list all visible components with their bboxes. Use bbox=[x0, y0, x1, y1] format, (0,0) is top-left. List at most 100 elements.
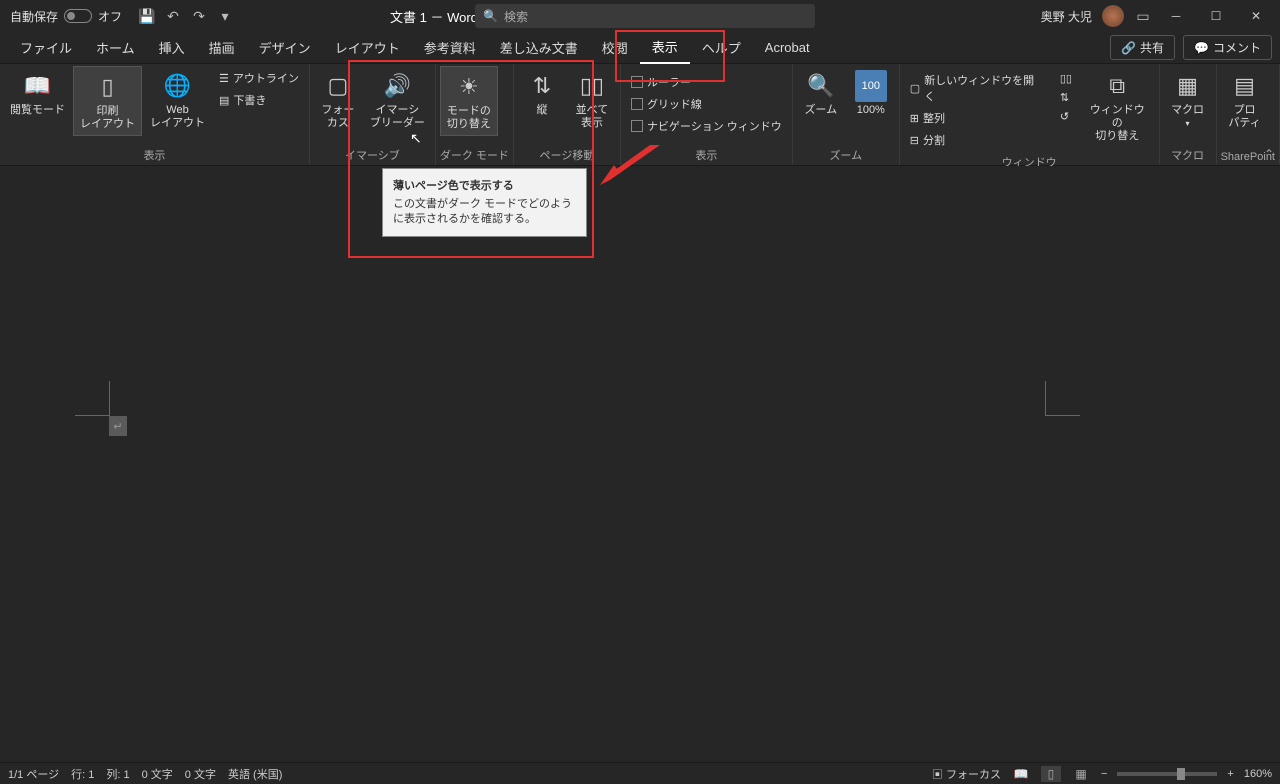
tab-review[interactable]: 校閲 bbox=[590, 32, 640, 63]
group-pagemove: ⇅縦 ▯▯並べて 表示 ページ移動 bbox=[514, 64, 621, 165]
side-view-icon: ▯▯ bbox=[1060, 72, 1072, 85]
tab-layout[interactable]: レイアウト bbox=[323, 32, 412, 63]
tab-file[interactable]: ファイル bbox=[8, 32, 84, 63]
search-icon: 🔍 bbox=[483, 9, 498, 23]
group-label: 表示 bbox=[4, 145, 305, 165]
group-darkmode: ☀モードの 切り替え ダーク モード bbox=[436, 64, 514, 165]
macro-icon: ▦ bbox=[1172, 70, 1204, 102]
switch-icon: ⧉ bbox=[1101, 70, 1133, 102]
reading-mode-button[interactable]: 📖閲覧モード bbox=[4, 66, 71, 121]
tab-mailings[interactable]: 差し込み文書 bbox=[488, 32, 590, 63]
draft-icon: ▤ bbox=[219, 94, 229, 107]
avatar[interactable] bbox=[1102, 5, 1124, 27]
macro-button[interactable]: ▦マクロ▾ bbox=[1164, 66, 1212, 132]
line-indicator[interactable]: 行: 1 bbox=[71, 766, 94, 782]
nav-pane-checkbox[interactable]: ナビゲーション ウィンドウ bbox=[627, 116, 786, 136]
page-icon: ▯ bbox=[92, 71, 124, 103]
tab-insert[interactable]: 挿入 bbox=[147, 32, 197, 63]
split-icon: ⊟ bbox=[910, 134, 919, 147]
zoom-slider[interactable] bbox=[1117, 772, 1217, 776]
tab-draw[interactable]: 描画 bbox=[197, 32, 247, 63]
comment-button[interactable]: 💬 コメント bbox=[1183, 35, 1272, 60]
tab-view[interactable]: 表示 bbox=[640, 31, 690, 64]
gridlines-checkbox[interactable]: グリッド線 bbox=[627, 94, 786, 114]
tab-help[interactable]: ヘルプ bbox=[690, 32, 753, 63]
group-zoom: 🔍ズーム 100100% ズーム bbox=[793, 64, 900, 165]
autosave-state: オフ bbox=[98, 8, 122, 25]
ribbon-display-icon[interactable]: ▭ bbox=[1134, 7, 1152, 25]
checkbox-icon bbox=[631, 120, 643, 132]
window-controls: ─ ☐ ✕ bbox=[1156, 0, 1276, 32]
print-layout-button[interactable]: ▯印刷 レイアウト bbox=[73, 66, 142, 136]
split-button[interactable]: ⊟分割 bbox=[906, 130, 1042, 150]
share-button[interactable]: 🔗 共有 bbox=[1110, 35, 1175, 60]
redo-icon[interactable]: ↷ bbox=[190, 7, 208, 25]
web-layout-button[interactable]: 🌐Web レイアウト bbox=[144, 66, 211, 134]
side-icon: ▯▯ bbox=[576, 70, 608, 102]
properties-button[interactable]: ▤プロ パティ bbox=[1221, 66, 1269, 134]
group-label: ページ移動 bbox=[518, 145, 616, 165]
col-indicator[interactable]: 列: 1 bbox=[106, 766, 129, 782]
tab-acrobat[interactable]: Acrobat bbox=[753, 34, 822, 61]
minimize-button[interactable]: ─ bbox=[1156, 0, 1196, 32]
checkbox-icon bbox=[631, 98, 643, 110]
switch-window-button[interactable]: ⧉ウィンドウの 切り替え bbox=[1080, 66, 1155, 148]
new-window-button[interactable]: ▢新しいウィンドウを開く bbox=[906, 70, 1042, 106]
tooltip: 薄いページ色で表示する この文書がダーク モードでどのように表示されるかを確認す… bbox=[382, 168, 587, 237]
autosave-toggle[interactable]: 自動保存 オフ bbox=[4, 8, 128, 25]
reset-pos-button[interactable]: ↺ bbox=[1056, 108, 1076, 125]
ruler-checkbox[interactable]: ルーラー bbox=[627, 72, 786, 92]
read-mode-view-button[interactable]: 📖 bbox=[1011, 766, 1031, 782]
maximize-button[interactable]: ☐ bbox=[1196, 0, 1236, 32]
focus-mode-button[interactable]: ▣ フォーカス bbox=[932, 766, 1001, 782]
autosave-label: 自動保存 bbox=[10, 8, 58, 25]
document-title: 文書 1 － Word bbox=[390, 7, 478, 26]
globe-icon: 🌐 bbox=[162, 70, 194, 102]
web-layout-view-button[interactable]: ▦ bbox=[1071, 766, 1091, 782]
outline-button[interactable]: ☰アウトライン bbox=[215, 68, 303, 88]
mode-toggle-button[interactable]: ☀モードの 切り替え bbox=[440, 66, 498, 136]
group-immersive: ▢フォー カス 🔊イマーシ ブリーダー イマーシブ bbox=[310, 64, 436, 165]
customize-qat-icon[interactable]: ▾ bbox=[216, 7, 234, 25]
tab-home[interactable]: ホーム bbox=[84, 32, 147, 63]
print-layout-view-button[interactable]: ▯ bbox=[1041, 766, 1061, 782]
zoom-out-button[interactable]: − bbox=[1101, 768, 1107, 780]
side-by-side-button[interactable]: ▯▯並べて 表示 bbox=[568, 66, 616, 134]
zoom-in-button[interactable]: + bbox=[1227, 768, 1233, 780]
magnifier-icon: 🔍 bbox=[805, 70, 837, 102]
sun-icon: ☀ bbox=[453, 71, 485, 103]
vertical-button[interactable]: ⇅縦 bbox=[518, 66, 566, 121]
paragraph-mark: ↵ bbox=[109, 416, 127, 436]
quick-access-toolbar: 💾 ↶ ↷ ▾ bbox=[138, 7, 234, 25]
undo-icon[interactable]: ↶ bbox=[164, 7, 182, 25]
group-label: ダーク モード bbox=[440, 145, 509, 165]
draft-button[interactable]: ▤下書き bbox=[215, 90, 303, 110]
arrange-button[interactable]: ⊞整列 bbox=[906, 108, 1042, 128]
group-view: 📖閲覧モード ▯印刷 レイアウト 🌐Web レイアウト ☰アウトライン ▤下書き… bbox=[0, 64, 310, 165]
focus-icon: ▢ bbox=[322, 70, 354, 102]
tab-references[interactable]: 参考資料 bbox=[412, 32, 488, 63]
document-area[interactable]: ↵ bbox=[0, 166, 1280, 762]
zoom-level[interactable]: 160% bbox=[1244, 768, 1272, 780]
immersive-reader-button[interactable]: 🔊イマーシ ブリーダー bbox=[364, 66, 431, 134]
word-count-1[interactable]: 0 文字 bbox=[142, 766, 173, 782]
zoom-100-button[interactable]: 100100% bbox=[847, 66, 895, 121]
view-side-button[interactable]: ▯▯ bbox=[1056, 70, 1076, 87]
tab-design[interactable]: デザイン bbox=[247, 32, 323, 63]
page-indicator[interactable]: 1/1 ページ bbox=[8, 766, 59, 782]
collapse-ribbon-button[interactable]: ⌃ bbox=[1264, 147, 1274, 161]
language-indicator[interactable]: 英語 (米国) bbox=[228, 766, 282, 782]
window-icon: ▢ bbox=[910, 82, 920, 95]
group-label: マクロ bbox=[1164, 145, 1212, 165]
sync-scroll-button[interactable]: ⇅ bbox=[1056, 89, 1076, 106]
save-icon[interactable]: 💾 bbox=[138, 7, 156, 25]
search-input[interactable]: 🔍 検索 bbox=[475, 4, 815, 28]
focus-button[interactable]: ▢フォー カス bbox=[314, 66, 362, 134]
hundred-icon: 100 bbox=[855, 70, 887, 102]
close-button[interactable]: ✕ bbox=[1236, 0, 1276, 32]
vertical-icon: ⇅ bbox=[526, 70, 558, 102]
reset-icon: ↺ bbox=[1060, 110, 1069, 123]
word-count-2[interactable]: 0 文字 bbox=[185, 766, 216, 782]
user-area: 奥野 大児 ▭ bbox=[1041, 5, 1156, 27]
zoom-button[interactable]: 🔍ズーム bbox=[797, 66, 845, 121]
